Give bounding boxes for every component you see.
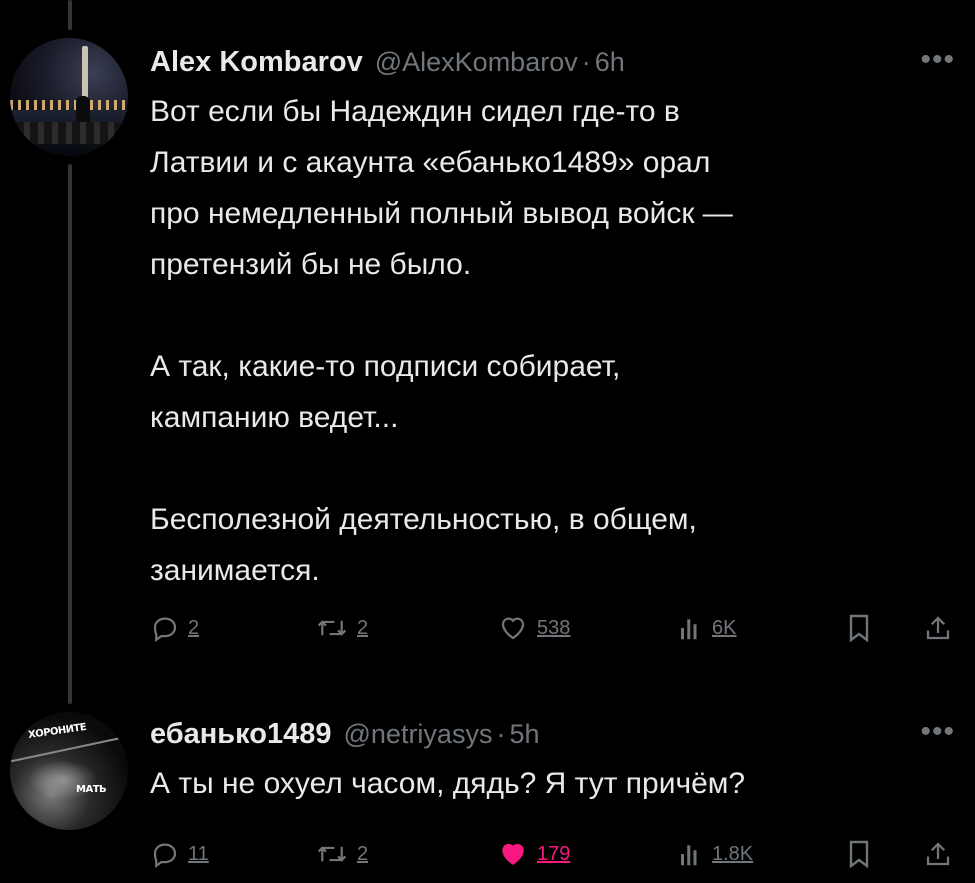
avatar[interactable] — [10, 38, 128, 156]
heart-icon — [502, 843, 524, 865]
like-count: 538 — [537, 616, 571, 639]
text-line: занимается. — [150, 554, 320, 587]
thread-line-connector — [68, 164, 72, 704]
tweet-text: Вот если бы Надеждин сидел где-то в Латв… — [150, 86, 955, 596]
author-name[interactable]: ебанько1489 — [150, 718, 332, 751]
share-button[interactable] — [923, 834, 953, 874]
bookmark-icon — [849, 840, 869, 869]
like-button[interactable]: 538 — [497, 608, 570, 648]
avatar[interactable]: ХОРОНИТЕ МАТЬ — [10, 712, 128, 830]
text-line: кампанию ведет... — [150, 401, 399, 434]
tweet-header: Alex Kombarov @AlexKombarov · 6h ••• — [150, 45, 955, 82]
like-button[interactable]: 179 — [497, 834, 570, 874]
tweet: Alex Kombarov @AlexKombarov · 6h ••• Вот… — [150, 45, 955, 596]
share-icon — [926, 842, 950, 866]
repost-icon — [317, 620, 347, 636]
author-handle[interactable]: @AlexKombarov — [375, 47, 578, 78]
text-line: про немедленный полный вывод войск — — [150, 197, 733, 230]
tweet: ебанько1489 @netriyasys · 5h ••• А ты не… — [150, 717, 955, 809]
repost-button[interactable]: 2 — [315, 608, 368, 648]
reply-icon — [153, 617, 177, 643]
view-count: 1.8K — [712, 842, 754, 865]
avatar-label: МАТЬ — [76, 784, 107, 795]
views-icon — [681, 845, 697, 866]
views-button[interactable]: 1.8K — [678, 834, 753, 874]
action-bar: 2 2 538 6K — [150, 608, 955, 648]
bookmark-button[interactable] — [845, 834, 873, 874]
more-options-icon[interactable]: ••• — [920, 717, 955, 747]
avatar-label: ХОРОНИТЕ — [27, 721, 87, 742]
view-count: 6K — [712, 616, 737, 639]
author-handle[interactable]: @netriyasys — [344, 719, 493, 750]
reply-button[interactable]: 2 — [150, 608, 199, 648]
reply-icon — [153, 843, 177, 869]
repost-count: 2 — [357, 616, 369, 639]
tweet-header: ебанько1489 @netriyasys · 5h ••• — [150, 717, 955, 754]
share-icon — [926, 616, 950, 640]
repost-count: 2 — [357, 842, 369, 865]
views-button[interactable]: 6K — [678, 608, 736, 648]
repost-button[interactable]: 2 — [315, 834, 368, 874]
author-name[interactable]: Alex Kombarov — [150, 46, 363, 79]
bookmark-icon — [849, 614, 869, 643]
thread-line-top — [68, 0, 72, 30]
text-line: А так, какие-то подписи собирает, — [150, 350, 621, 383]
repost-icon — [317, 846, 347, 862]
reply-button[interactable]: 11 — [150, 834, 209, 874]
timestamp[interactable]: 6h — [595, 47, 625, 78]
like-count: 179 — [537, 842, 571, 865]
views-icon — [681, 619, 697, 640]
reply-count: 2 — [188, 616, 200, 639]
share-button[interactable] — [923, 608, 953, 648]
timestamp[interactable]: 5h — [509, 719, 539, 750]
separator: · — [581, 47, 591, 77]
action-bar: 11 2 179 1.8K — [150, 834, 955, 874]
more-options-icon[interactable]: ••• — [920, 45, 955, 75]
text-line: Латвии и с акаунта «ебанько1489» орал — [150, 146, 711, 179]
text-line: Вот если бы Надеждин сидел где-то в — [150, 95, 680, 128]
tweet-text: А ты не охуел часом, дядь? Я тут причём? — [150, 758, 955, 809]
bookmark-button[interactable] — [845, 608, 873, 648]
text-line: А ты не охуел часом, дядь? Я тут причём? — [150, 767, 746, 800]
text-line: претензий бы не было. — [150, 248, 472, 281]
heart-icon — [501, 617, 525, 640]
separator: · — [496, 719, 506, 749]
text-line: Бесполезной деятельностью, в общем, — [150, 503, 697, 536]
reply-count: 11 — [188, 842, 209, 865]
